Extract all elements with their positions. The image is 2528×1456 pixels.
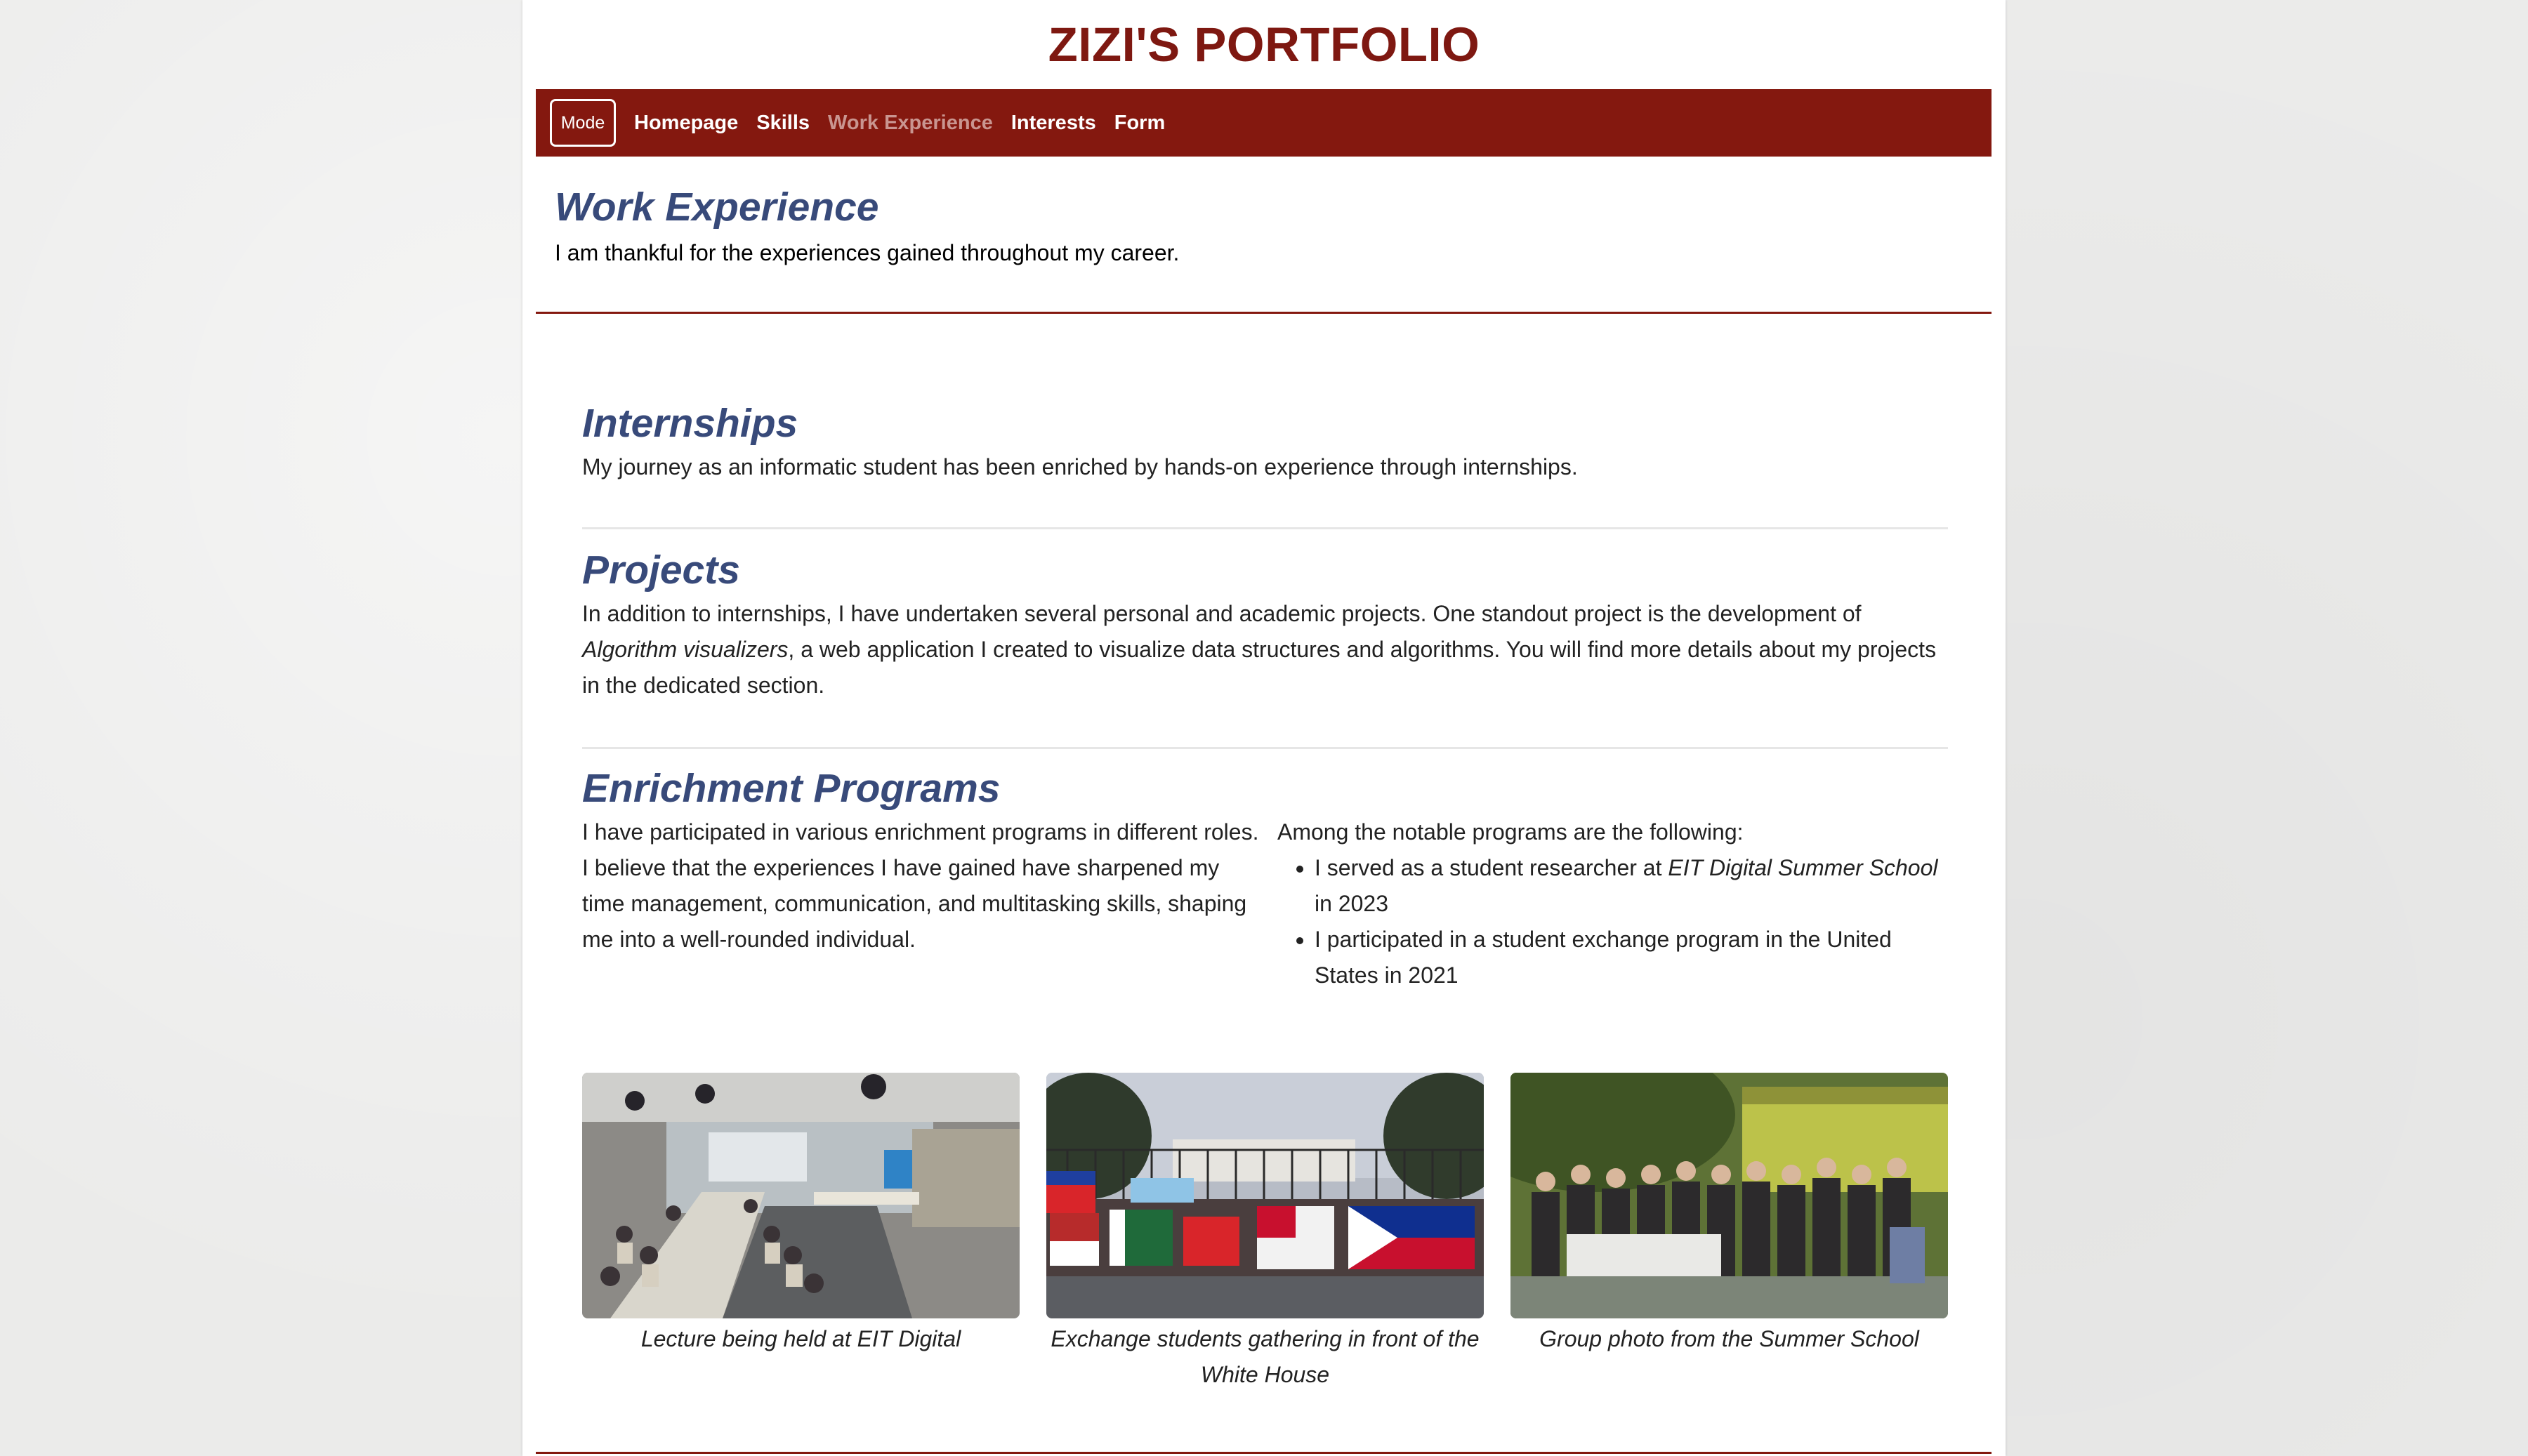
lecture-photo <box>582 1073 1020 1318</box>
header-divider <box>536 312 1992 314</box>
nav-link-interests[interactable]: Interests <box>1011 112 1096 135</box>
list-item: I participated in a student exchange pro… <box>1315 922 1948 993</box>
enrichment-right-column: Among the notable programs are the follo… <box>1277 814 1948 993</box>
internships-heading: Internships <box>582 401 798 446</box>
enrichment-heading: Enrichment Programs <box>582 766 1001 811</box>
photo-gallery: Lecture being held at EIT Digital Exchan… <box>582 1073 1948 1393</box>
page-header: Work Experience I am thankful for the ex… <box>555 181 1959 266</box>
nav-link-skills[interactable]: Skills <box>756 112 810 135</box>
photo-caption: Lecture being held at EIT Digital <box>640 1326 961 1351</box>
photo-card: Exchange students gathering in front of … <box>1046 1073 1484 1393</box>
programs-list: I served as a student researcher at EIT … <box>1277 850 1948 993</box>
projects-heading: Projects <box>582 548 740 593</box>
lecture-photo-image <box>582 1073 1020 1318</box>
enrichment-list-intro: Among the notable programs are the follo… <box>1277 819 1744 845</box>
nav-link-work-experience[interactable]: Work Experience <box>828 112 993 135</box>
list-item-text: I participated in a student exchange pro… <box>1315 927 1892 988</box>
projects-text-start: In addition to internships, I have under… <box>582 601 1862 626</box>
mode-toggle-button[interactable]: Mode <box>550 99 616 147</box>
photo-caption: Exchange students gathering in front of … <box>1051 1326 1480 1387</box>
projects-section: Projects In addition to internships, I h… <box>582 545 1948 703</box>
section-divider <box>582 747 1948 749</box>
internships-section: Internships My journey as an informatic … <box>582 399 1948 485</box>
eit-summer-school-text: EIT Digital Summer School <box>1668 855 1938 880</box>
algorithm-visualizers-text: Algorithm visualizers <box>582 637 789 662</box>
page-title: Work Experience <box>555 185 879 230</box>
group-photo-image <box>1510 1073 1948 1318</box>
group-photo <box>1510 1073 1948 1318</box>
enrichment-description: I have participated in various enrichmen… <box>582 819 1259 952</box>
enrichment-section: Enrichment Programs I have participated … <box>582 764 1948 993</box>
photo-card: Group photo from the Summer School <box>1510 1073 1948 1393</box>
navbar: Mode Homepage Skills Work Experience Int… <box>536 89 1992 157</box>
enrichment-columns: I have participated in various enrichmen… <box>582 814 1948 993</box>
section-divider <box>582 527 1948 529</box>
list-item-text: I served as a student researcher at <box>1315 855 1668 880</box>
enrichment-left-column: I have participated in various enrichmen… <box>582 814 1277 993</box>
internships-text: My journey as an informatic student has … <box>582 454 1578 479</box>
white-house-photo-image <box>1046 1073 1484 1318</box>
white-house-photo <box>1046 1073 1484 1318</box>
footer-divider <box>536 1452 1992 1454</box>
page-intro-text: I am thankful for the experiences gained… <box>555 240 1180 265</box>
site-title: ZIZI'S PORTFOLIO <box>1048 18 1480 72</box>
photo-card: Lecture being held at EIT Digital <box>582 1073 1020 1393</box>
list-item: I served as a student researcher at EIT … <box>1315 850 1948 922</box>
nav-link-form[interactable]: Form <box>1114 112 1166 135</box>
page-container: ZIZI'S PORTFOLIO Mode Homepage Skills Wo… <box>522 0 2006 1456</box>
nav-link-homepage[interactable]: Homepage <box>634 112 738 135</box>
list-item-text: in 2023 <box>1315 891 1388 916</box>
photo-caption: Group photo from the Summer School <box>1539 1326 1919 1351</box>
projects-text: In addition to internships, I have under… <box>582 596 1948 703</box>
